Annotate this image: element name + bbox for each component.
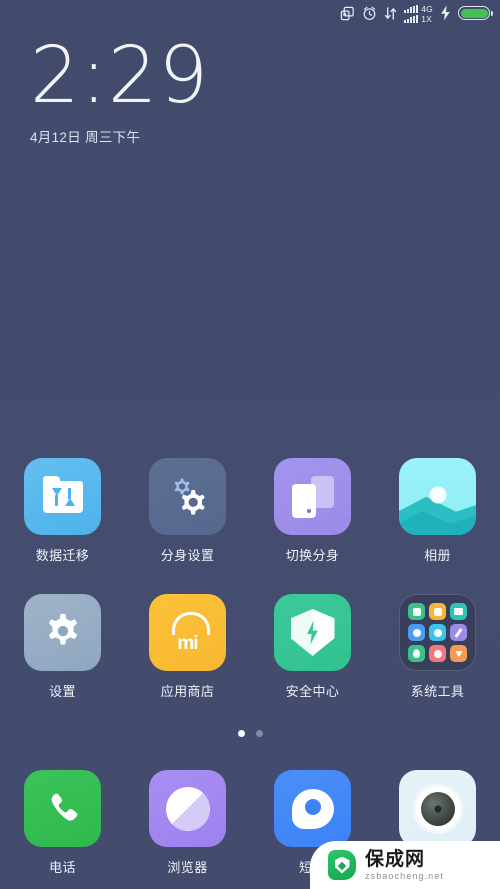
data-migration-icon[interactable] (24, 458, 101, 535)
app-phone[interactable]: 电话 (0, 770, 125, 876)
home-screen: 4G 1X 2:29 4月12日 周三下午 数据迁移 分身设置 切换分身 相册 … (0, 0, 500, 889)
app-label: 设置 (49, 684, 76, 699)
watermark-shield-icon (328, 850, 356, 880)
watermark: 保成网 zsbaocheng.net (310, 841, 500, 889)
status-bar: 4G 1X (0, 0, 500, 26)
notes-mini-icon (450, 624, 467, 641)
mini-glyph (412, 607, 421, 616)
mini-glyph (433, 607, 442, 616)
system-tools-folder-icon[interactable] (399, 594, 476, 671)
clock-mini-icon (429, 645, 446, 662)
app-label: 电话 (49, 860, 76, 875)
network-type-primary: 4G (421, 3, 433, 14)
app-clone-settings[interactable]: 分身设置 (125, 458, 250, 564)
page-indicator[interactable] (0, 730, 500, 737)
switch-clone-icon[interactable] (274, 458, 351, 535)
folder-system-tools[interactable]: 系统工具 (375, 594, 500, 700)
clock-widget[interactable]: 2:29 4月12日 周三下午 (30, 34, 209, 146)
app-grid-row-2: 设置 mi 应用商店 安全中心 系统工具 (0, 594, 500, 700)
mini-glyph (433, 649, 442, 658)
app-label: 分身设置 (160, 548, 215, 563)
mini-glyph (413, 649, 420, 658)
app-label: 浏览器 (167, 860, 208, 875)
app-label: 应用商店 (160, 684, 215, 699)
clock-time: 2:29 (30, 31, 210, 121)
app-browser[interactable]: 浏览器 (125, 770, 250, 876)
page-dot[interactable] (237, 730, 245, 737)
recorder-mini-icon (408, 645, 425, 662)
charging-bolt-icon (440, 0, 451, 26)
app-settings[interactable]: 设置 (0, 594, 125, 700)
watermark-title: 保成网 (365, 848, 426, 870)
mini-glyph (433, 628, 442, 637)
security-shield-icon[interactable] (274, 594, 351, 671)
gallery-icon[interactable] (399, 458, 476, 535)
battery-indicator (458, 6, 493, 20)
clock-date: 4月12日 周三下午 (30, 130, 141, 145)
app-gallery[interactable]: 相册 (375, 458, 500, 564)
file-manager-mini-icon (429, 603, 446, 620)
mini-glyph (454, 650, 463, 657)
weather-mini-icon (429, 624, 446, 641)
app-label: 相册 (424, 548, 451, 563)
mail-mini-icon (450, 603, 467, 620)
browser-icon[interactable] (149, 770, 226, 847)
network-type-secondary: 1X (421, 13, 433, 24)
app-label: 安全中心 (285, 684, 340, 699)
app-switch-clone[interactable]: 切换分身 (250, 458, 375, 564)
app-security-center[interactable]: 安全中心 (250, 594, 375, 700)
browser-mini-icon (408, 624, 425, 641)
app-data-migration[interactable]: 数据迁移 (0, 458, 125, 564)
page-dot[interactable] (255, 730, 263, 737)
signal-strength-indicator: 4G 1X (404, 0, 433, 27)
app-label: 系统工具 (410, 684, 465, 699)
mini-glyph (412, 628, 421, 637)
phone-icon[interactable] (24, 770, 101, 847)
settings-gear-icon[interactable] (24, 594, 101, 671)
signal-bars-secondary (404, 14, 419, 23)
watermark-subtitle: zsbaocheng.net (365, 870, 444, 881)
app-store-icon[interactable]: mi (149, 594, 226, 671)
app-app-store[interactable]: mi 应用商店 (125, 594, 250, 700)
alarm-clock-icon (362, 0, 377, 26)
app-label: 数据迁移 (35, 548, 90, 563)
folder-preview-grid (408, 603, 467, 662)
signal-bars-primary (404, 4, 419, 13)
multi-window-icon (340, 0, 355, 26)
clone-settings-icon[interactable] (149, 458, 226, 535)
contacts-mini-icon (408, 603, 425, 620)
data-transfer-icon (384, 0, 397, 26)
sms-icon[interactable] (274, 770, 351, 847)
downloads-mini-icon (450, 645, 467, 662)
app-label: 切换分身 (285, 548, 340, 563)
camera-icon[interactable] (399, 770, 476, 847)
mini-glyph (454, 627, 463, 638)
app-grid-row-1: 数据迁移 分身设置 切换分身 相册 (0, 458, 500, 564)
mini-glyph (454, 608, 463, 615)
